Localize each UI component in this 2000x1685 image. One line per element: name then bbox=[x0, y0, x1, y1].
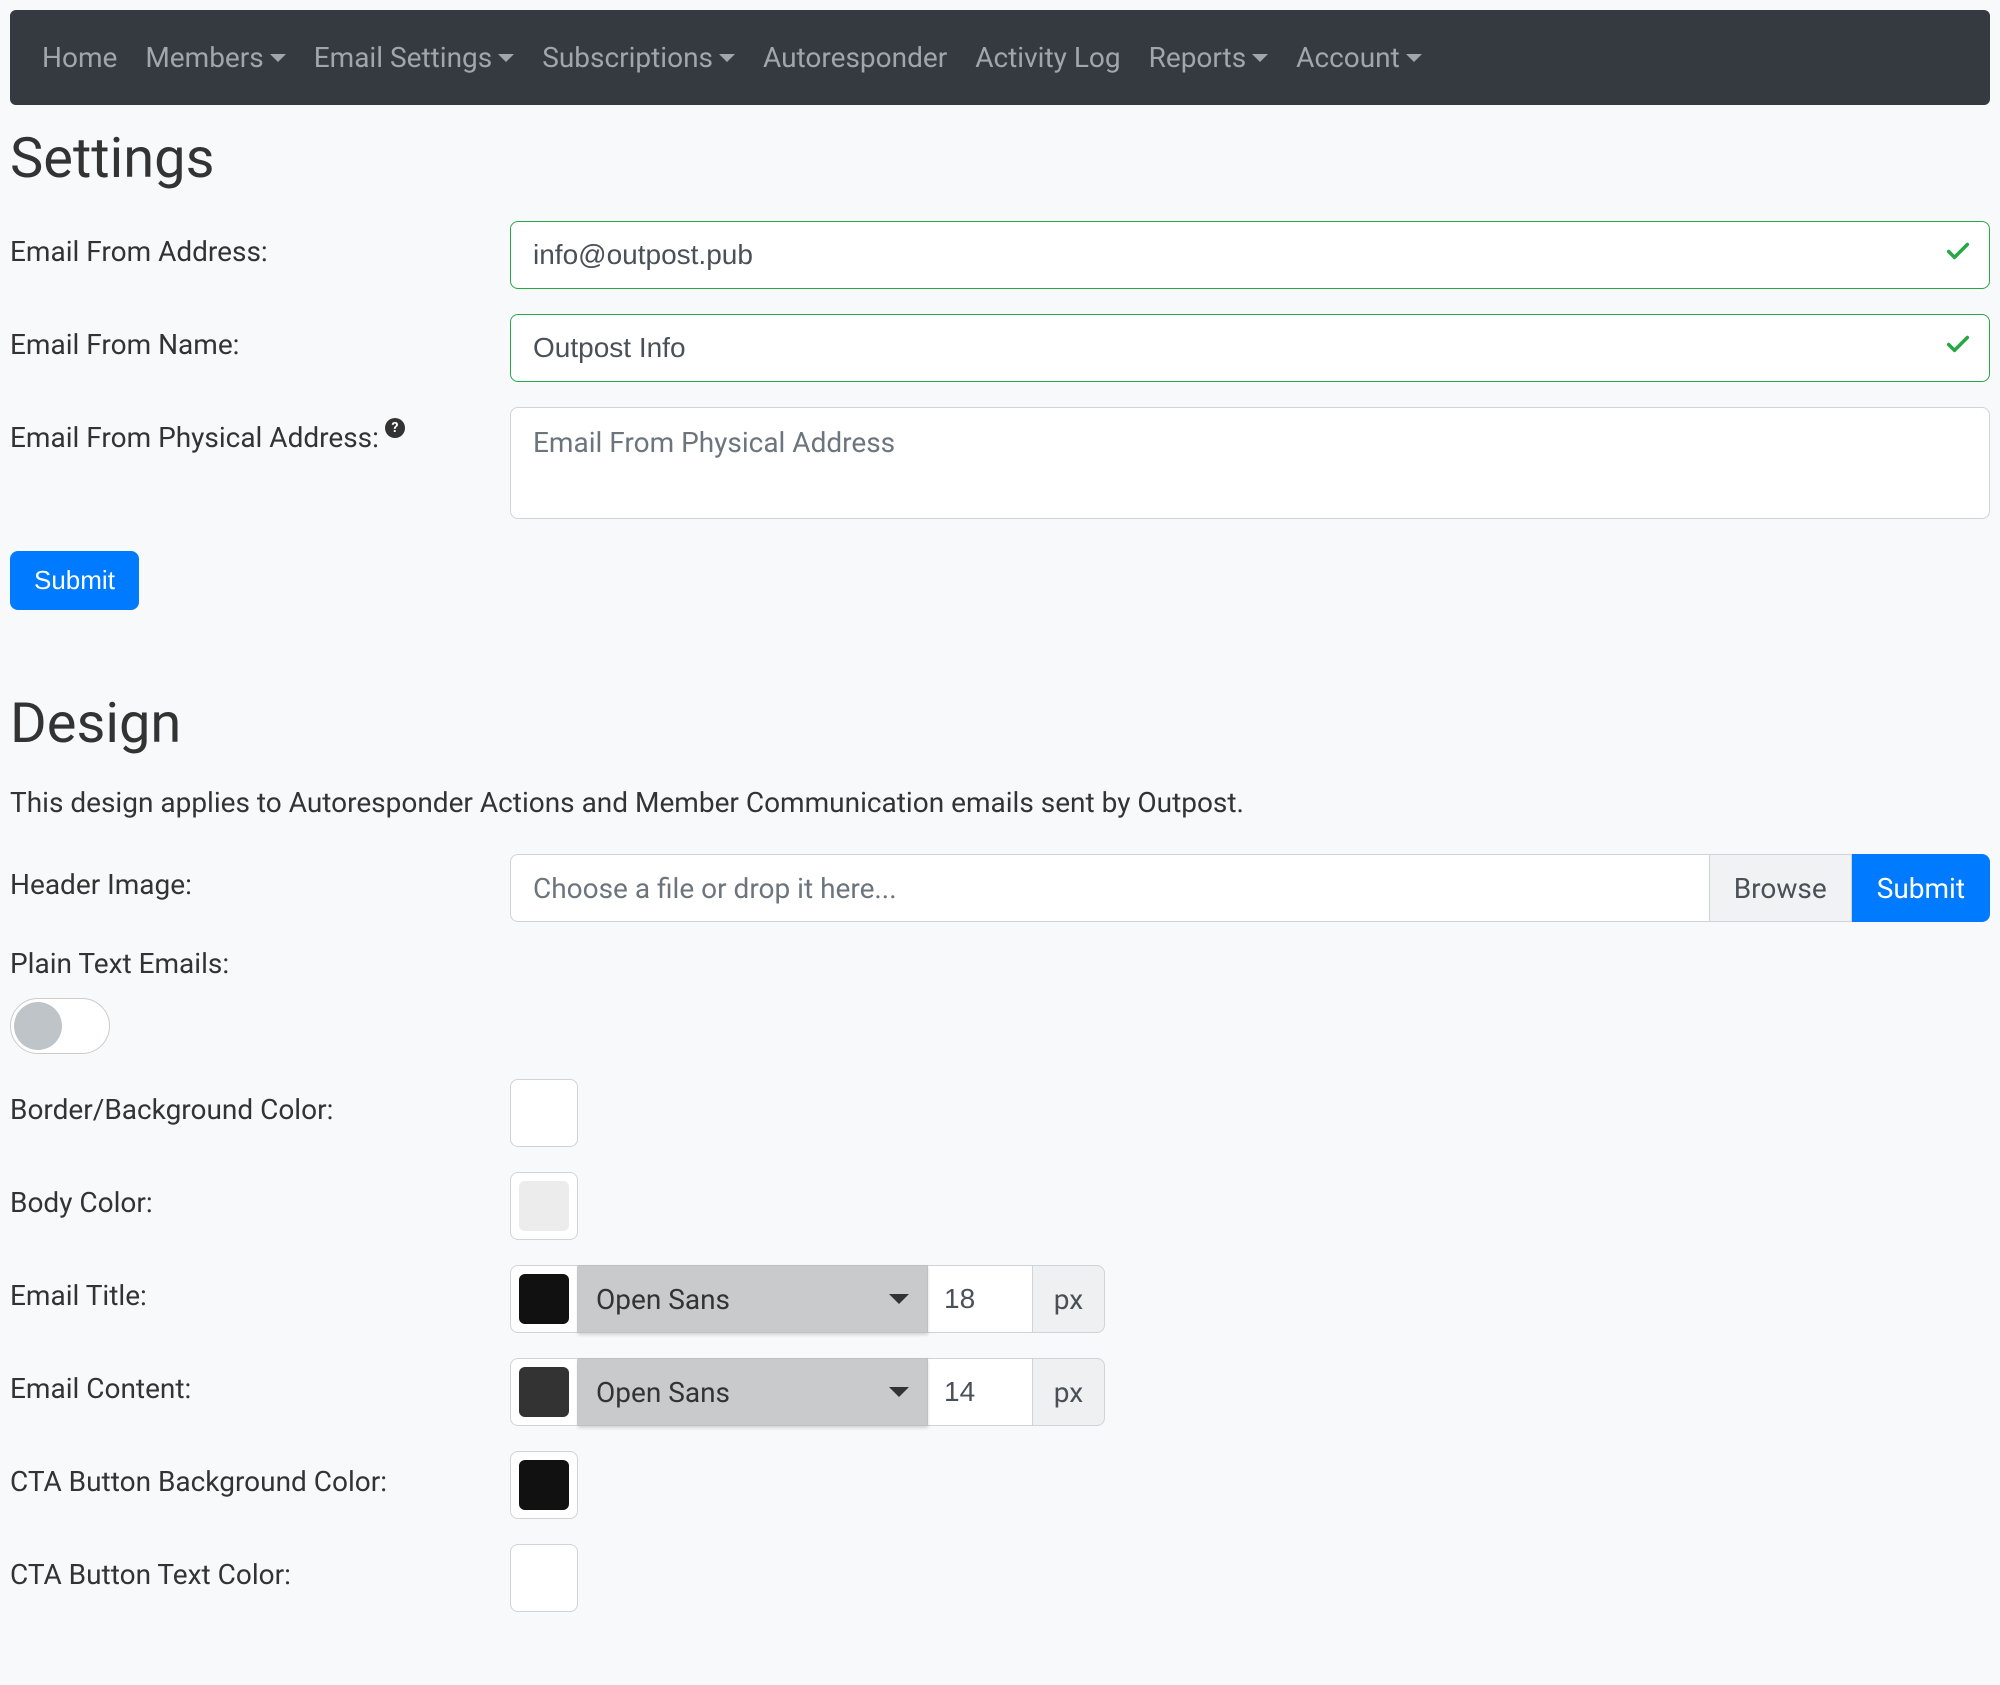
plain-text-toggle[interactable] bbox=[10, 998, 110, 1054]
design-subtitle: This design applies to Autoresponder Act… bbox=[10, 786, 1990, 819]
cta-bg-swatch[interactable] bbox=[510, 1451, 578, 1519]
nav-members[interactable]: Members bbox=[131, 21, 299, 94]
border-bg-swatch[interactable] bbox=[510, 1079, 578, 1147]
nav-members-label: Members bbox=[145, 41, 263, 74]
swatch-inner bbox=[519, 1553, 569, 1603]
physical-address-input[interactable] bbox=[510, 407, 1990, 519]
email-content-label: Email Content: bbox=[10, 1358, 510, 1405]
settings-submit-button[interactable]: Submit bbox=[10, 551, 139, 610]
from-name-row: Email From Name: bbox=[10, 314, 1990, 382]
email-content-font-value: Open Sans bbox=[596, 1376, 730, 1409]
nav-account[interactable]: Account bbox=[1282, 21, 1436, 94]
nav-email-settings[interactable]: Email Settings bbox=[300, 21, 529, 94]
email-title-font-value: Open Sans bbox=[596, 1283, 730, 1316]
physical-address-row: Email From Physical Address: ? bbox=[10, 407, 1990, 526]
nav-subscriptions[interactable]: Subscriptions bbox=[528, 21, 749, 94]
body-color-swatch[interactable] bbox=[510, 1172, 578, 1240]
email-title-font-select[interactable]: Open Sans bbox=[578, 1265, 928, 1333]
chevron-down-icon bbox=[719, 54, 735, 62]
browse-button[interactable]: Browse bbox=[1709, 854, 1852, 922]
chevron-down-icon bbox=[889, 1387, 909, 1397]
nav-subscriptions-label: Subscriptions bbox=[542, 41, 713, 74]
settings-heading: Settings bbox=[10, 125, 1990, 191]
help-icon[interactable]: ? bbox=[385, 418, 405, 438]
email-title-label: Email Title: bbox=[10, 1265, 510, 1312]
body-color-label: Body Color: bbox=[10, 1172, 510, 1219]
swatch-inner bbox=[519, 1274, 569, 1324]
from-address-input[interactable] bbox=[510, 221, 1990, 289]
email-content-size-input[interactable] bbox=[928, 1358, 1033, 1426]
cta-text-row: CTA Button Text Color: bbox=[10, 1544, 1990, 1612]
navbar: Home Members Email Settings Subscription… bbox=[10, 10, 1990, 105]
from-address-label: Email From Address: bbox=[10, 221, 510, 268]
from-address-row: Email From Address: bbox=[10, 221, 1990, 289]
swatch-inner bbox=[519, 1367, 569, 1417]
chevron-down-icon bbox=[889, 1294, 909, 1304]
header-image-label: Header Image: bbox=[10, 854, 510, 901]
cta-text-label: CTA Button Text Color: bbox=[10, 1544, 510, 1591]
nav-reports-label: Reports bbox=[1149, 41, 1247, 74]
nav-email-settings-label: Email Settings bbox=[314, 41, 493, 74]
nav-reports[interactable]: Reports bbox=[1135, 21, 1283, 94]
body-color-row: Body Color: bbox=[10, 1172, 1990, 1240]
file-submit-button[interactable]: Submit bbox=[1852, 854, 1990, 922]
from-name-label: Email From Name: bbox=[10, 314, 510, 361]
toggle-knob bbox=[14, 1002, 62, 1050]
file-input[interactable]: Choose a file or drop it here... bbox=[510, 854, 1709, 922]
swatch-inner bbox=[519, 1181, 569, 1231]
email-content-font-select[interactable]: Open Sans bbox=[578, 1358, 928, 1426]
chevron-down-icon bbox=[1252, 54, 1268, 62]
design-heading: Design bbox=[10, 690, 1990, 756]
header-image-row: Header Image: Choose a file or drop it h… bbox=[10, 854, 1990, 922]
nav-home[interactable]: Home bbox=[28, 21, 131, 94]
swatch-inner bbox=[519, 1460, 569, 1510]
chevron-down-icon bbox=[1406, 54, 1422, 62]
unit-label: px bbox=[1033, 1265, 1105, 1333]
border-bg-label: Border/Background Color: bbox=[10, 1079, 510, 1126]
nav-activity-log-label: Activity Log bbox=[975, 41, 1120, 74]
check-icon bbox=[1944, 238, 1972, 273]
email-content-row: Email Content: Open Sans px bbox=[10, 1358, 1990, 1426]
from-name-input[interactable] bbox=[510, 314, 1990, 382]
email-title-color-swatch[interactable] bbox=[510, 1265, 578, 1333]
unit-label: px bbox=[1033, 1358, 1105, 1426]
nav-activity-log[interactable]: Activity Log bbox=[961, 21, 1134, 94]
border-bg-row: Border/Background Color: bbox=[10, 1079, 1990, 1147]
physical-address-label-text: Email From Physical Address: bbox=[10, 421, 379, 454]
chevron-down-icon bbox=[498, 54, 514, 62]
physical-address-label: Email From Physical Address: ? bbox=[10, 407, 510, 454]
cta-bg-row: CTA Button Background Color: bbox=[10, 1451, 1990, 1519]
email-title-size-input[interactable] bbox=[928, 1265, 1033, 1333]
nav-home-label: Home bbox=[42, 41, 117, 74]
cta-bg-label: CTA Button Background Color: bbox=[10, 1451, 510, 1498]
swatch-inner bbox=[519, 1088, 569, 1138]
cta-text-swatch[interactable] bbox=[510, 1544, 578, 1612]
nav-account-label: Account bbox=[1296, 41, 1400, 74]
check-icon bbox=[1944, 331, 1972, 366]
chevron-down-icon bbox=[270, 54, 286, 62]
nav-autoresponder-label: Autoresponder bbox=[763, 41, 947, 74]
email-content-color-swatch[interactable] bbox=[510, 1358, 578, 1426]
plain-text-label: Plain Text Emails: bbox=[10, 947, 510, 980]
nav-autoresponder[interactable]: Autoresponder bbox=[749, 21, 961, 94]
email-title-row: Email Title: Open Sans px bbox=[10, 1265, 1990, 1333]
